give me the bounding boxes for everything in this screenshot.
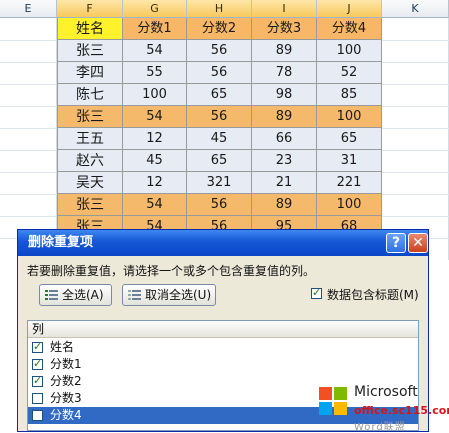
table-cell[interactable]: 23 xyxy=(252,150,317,172)
watermark-site2: Word联盟 xyxy=(354,422,406,433)
column-item-label: 分数1 xyxy=(50,357,82,371)
watermark-brand: Microsoft xyxy=(354,384,418,400)
table-cell[interactable]: 31 xyxy=(317,150,382,172)
table-cell[interactable]: 56 xyxy=(187,62,252,84)
table-cell[interactable]: 65 xyxy=(317,128,382,150)
header-cell-score2[interactable]: 分数2 xyxy=(187,18,252,40)
table-cell[interactable]: 56 xyxy=(187,106,252,128)
column-checkbox[interactable] xyxy=(32,357,43,370)
column-item-score1[interactable]: 分数1 xyxy=(28,356,418,373)
table-cell[interactable]: 89 xyxy=(252,194,317,216)
table-cell[interactable]: 65 xyxy=(187,150,252,172)
column-checkbox[interactable] xyxy=(32,393,43,404)
table-cell[interactable]: 98 xyxy=(252,84,317,106)
table-cell[interactable]: 221 xyxy=(317,172,382,194)
table-cell[interactable]: 78 xyxy=(252,62,317,84)
column-checkbox[interactable] xyxy=(32,340,43,353)
select-all-icon xyxy=(45,290,58,300)
help-icon: ? xyxy=(391,235,401,251)
column-item-label: 姓名 xyxy=(50,340,75,354)
table-cell[interactable]: 66 xyxy=(252,128,317,150)
unselect-all-icon xyxy=(128,290,141,300)
table-cell[interactable]: 吴天 xyxy=(57,172,123,194)
table-cell[interactable]: 52 xyxy=(317,62,382,84)
header-cell-score1[interactable]: 分数1 xyxy=(123,18,187,40)
table-cell[interactable]: 12 xyxy=(123,172,187,194)
table-cell[interactable]: 55 xyxy=(123,62,187,84)
table-cell[interactable]: 56 xyxy=(187,40,252,62)
column-header-j[interactable]: J xyxy=(317,0,382,18)
column-item-label: 分数2 xyxy=(50,374,82,388)
dialog-titlebar[interactable]: 删除重复项 ? ✕ xyxy=(18,230,428,256)
spreadsheet: E F G H I J K 姓名 分数1 分数2 分数3 分数4 张三 54 5… xyxy=(0,0,449,260)
table-cell[interactable]: 45 xyxy=(123,150,187,172)
table-cell[interactable]: 89 xyxy=(252,106,317,128)
table-cell[interactable]: 陈七 xyxy=(57,84,123,106)
column-item-label: 分数4 xyxy=(50,408,82,422)
table-cell[interactable]: 56 xyxy=(187,194,252,216)
columns-list-header: 列 xyxy=(28,321,418,338)
select-all-button[interactable]: 全选(A) xyxy=(39,284,112,306)
has-headers-label[interactable]: 数据包含标题(M) xyxy=(327,286,419,303)
header-cell-score3[interactable]: 分数3 xyxy=(252,18,317,40)
table-cell[interactable]: 张三 xyxy=(57,40,123,62)
table-cell[interactable]: 54 xyxy=(123,106,187,128)
watermark: Microsoft office.sc115.com Word联盟 xyxy=(318,382,449,433)
table-cell[interactable]: 321 xyxy=(187,172,252,194)
dialog-title: 删除重复项 xyxy=(28,235,94,250)
column-header-h[interactable]: H xyxy=(187,0,252,18)
table-cell[interactable]: 89 xyxy=(252,40,317,62)
header-cell-name[interactable]: 姓名 xyxy=(57,18,123,40)
grid-column-e xyxy=(0,18,57,260)
table-cell[interactable]: 45 xyxy=(187,128,252,150)
table-cell[interactable]: 54 xyxy=(123,40,187,62)
help-button[interactable]: ? xyxy=(386,233,406,253)
table-cell[interactable]: 100 xyxy=(317,40,382,62)
grid-column-k xyxy=(382,18,449,260)
column-header-k[interactable]: K xyxy=(382,0,449,18)
dialog-prompt: 若要删除重复值，请选择一个或多个包含重复值的列。 xyxy=(27,264,316,278)
table-cell[interactable]: 张三 xyxy=(57,106,123,128)
column-header-e[interactable]: E xyxy=(0,0,57,18)
unselect-all-label: 取消全选(U) xyxy=(145,288,212,302)
table-cell[interactable]: 王五 xyxy=(57,128,123,150)
windows-logo-icon xyxy=(319,387,347,415)
column-item-name[interactable]: 姓名 xyxy=(28,339,418,356)
column-checkbox[interactable] xyxy=(32,374,43,387)
table-cell[interactable]: 21 xyxy=(252,172,317,194)
watermark-site: office.sc115.com xyxy=(354,404,449,417)
table-cell[interactable]: 100 xyxy=(317,106,382,128)
table-cell[interactable]: 65 xyxy=(187,84,252,106)
unselect-all-button[interactable]: 取消全选(U) xyxy=(122,284,216,306)
column-checkbox[interactable] xyxy=(32,410,43,421)
select-all-label: 全选(A) xyxy=(62,288,104,302)
has-headers-checkbox[interactable] xyxy=(311,286,322,299)
close-button[interactable]: ✕ xyxy=(408,233,428,253)
column-item-label: 分数3 xyxy=(50,391,82,405)
table-cell[interactable]: 54 xyxy=(123,194,187,216)
table-cell[interactable]: 12 xyxy=(123,128,187,150)
column-header-g[interactable]: G xyxy=(123,0,187,18)
column-header-i[interactable]: I xyxy=(252,0,317,18)
table-cell[interactable]: 100 xyxy=(317,194,382,216)
column-header-f[interactable]: F xyxy=(57,0,123,18)
close-icon: ✕ xyxy=(412,235,424,251)
table-cell[interactable]: 张三 xyxy=(57,194,123,216)
header-cell-score4[interactable]: 分数4 xyxy=(317,18,382,40)
table-cell[interactable]: 李四 xyxy=(57,62,123,84)
table-cell[interactable]: 85 xyxy=(317,84,382,106)
table-cell[interactable]: 100 xyxy=(123,84,187,106)
table-cell[interactable]: 赵六 xyxy=(57,150,123,172)
